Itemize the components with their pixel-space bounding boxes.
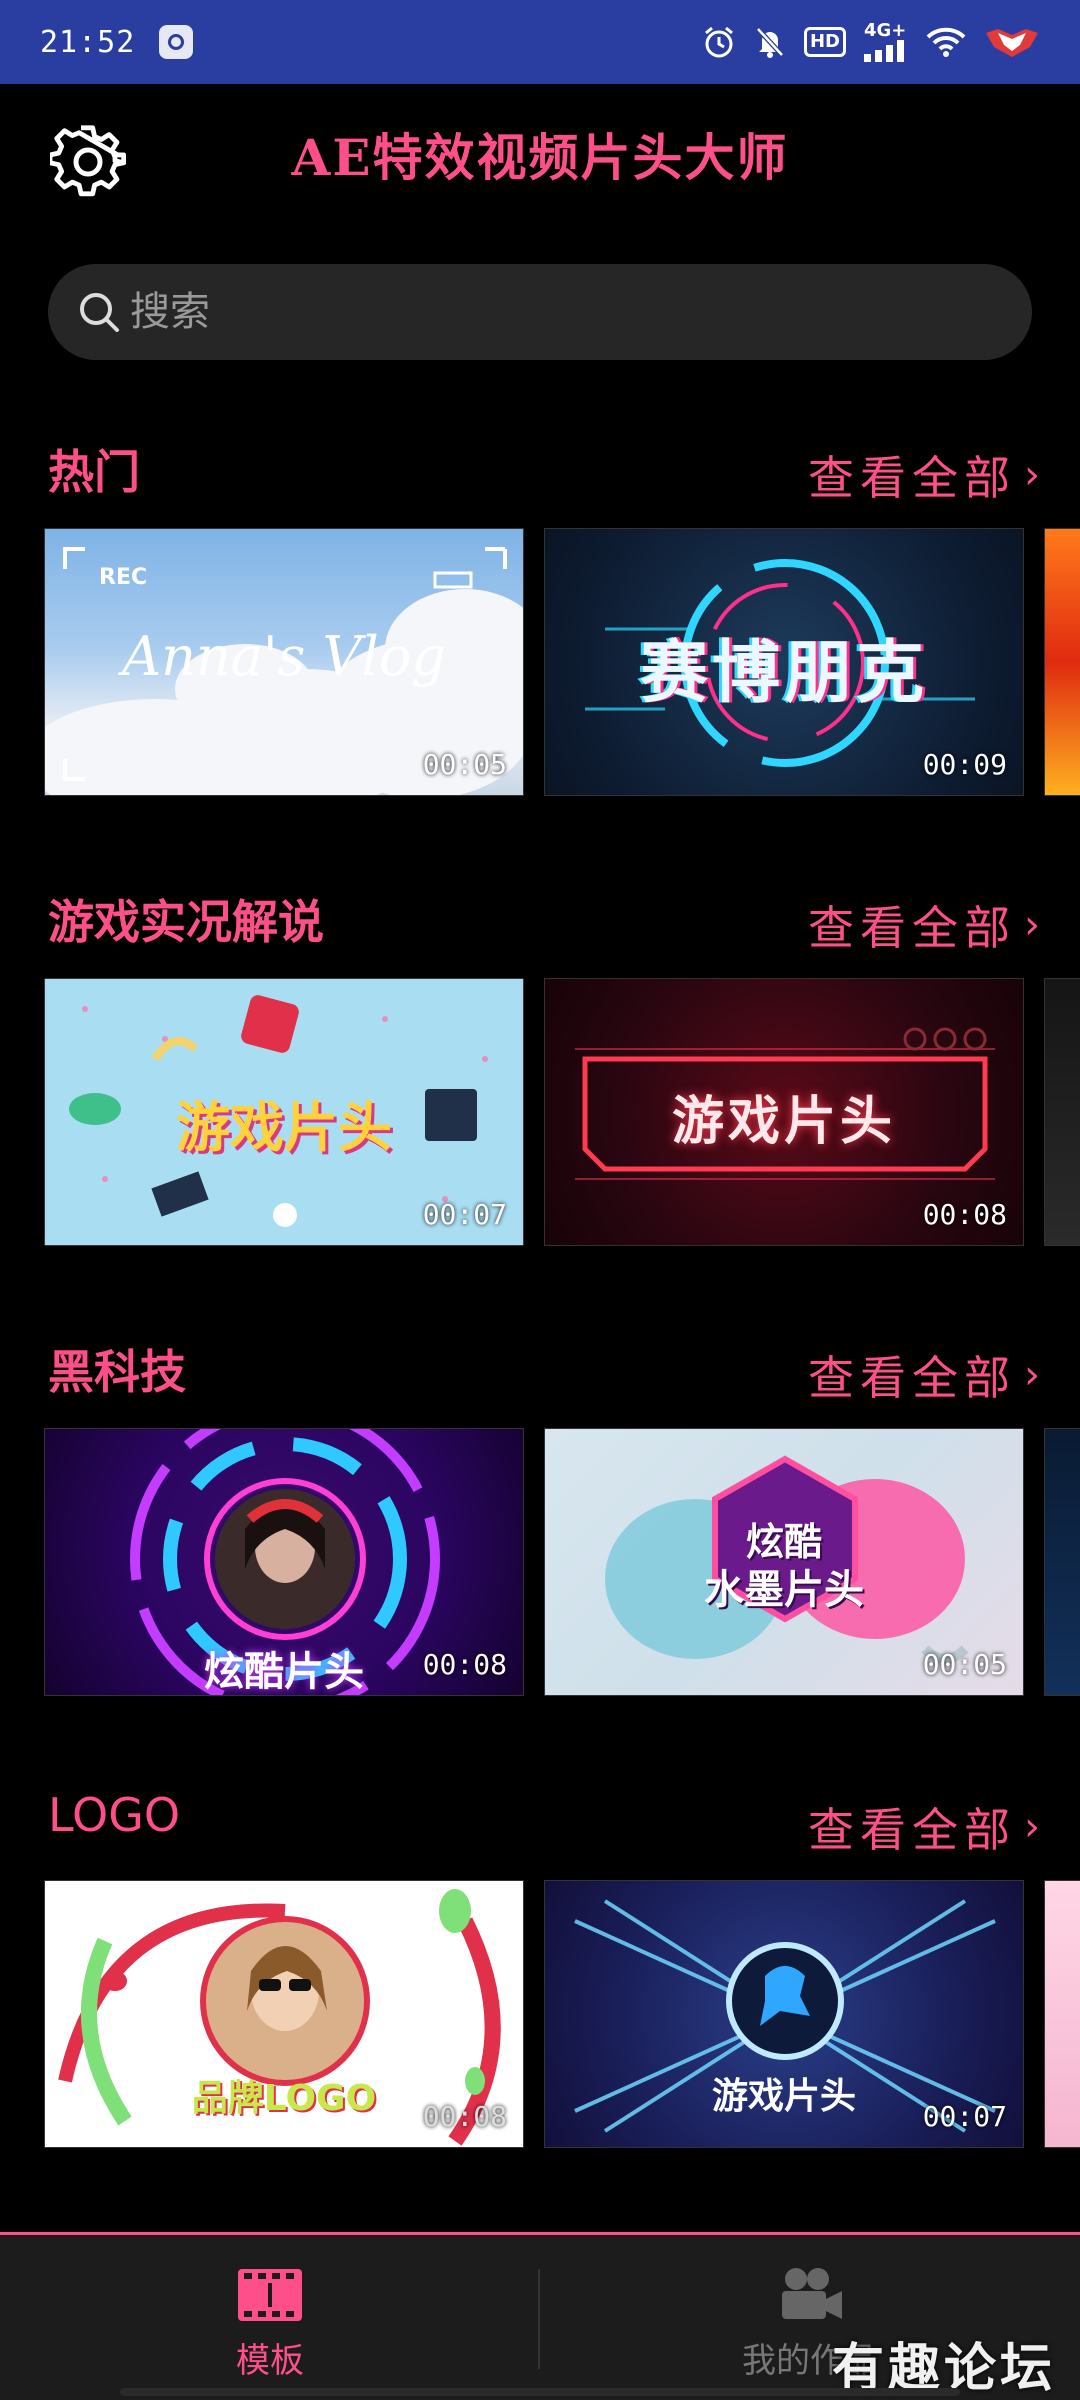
alarm-icon <box>702 25 736 59</box>
card-row: REC Anna's Vlog 00:05 赛博朋克 00:09 <box>44 528 1080 798</box>
rec-badge: REC <box>99 565 148 590</box>
nav-tab-templates[interactable]: 模板 <box>0 2235 540 2400</box>
card-title: 游戏片头 <box>176 1096 392 1159</box>
gesture-bar <box>120 2388 960 2396</box>
see-all-button[interactable]: 查看全部 › <box>808 1342 1040 1408</box>
template-card[interactable]: 赛博朋克 00:09 <box>544 528 1024 796</box>
chevron-right-icon: › <box>1024 1352 1040 1398</box>
search-bar[interactable] <box>48 264 1032 360</box>
status-icons: HD 4G+ <box>702 22 1040 62</box>
template-card[interactable]: 游戏片头 00:07 <box>44 978 524 1246</box>
card-duration: 00:08 <box>422 1648 507 1681</box>
template-card-partial[interactable] <box>1044 1880 1080 2148</box>
template-card-partial[interactable] <box>1044 528 1080 796</box>
cell-signal-icon: 4G+ <box>864 22 908 62</box>
search-input[interactable] <box>130 289 990 335</box>
section-title: 热门 <box>48 445 140 499</box>
video-camera-icon <box>782 2268 842 2319</box>
nav-label: 模板 <box>236 2341 304 2381</box>
see-all-label: 查看全部 <box>808 1803 1016 1857</box>
film-icon <box>238 2269 302 2321</box>
template-card[interactable]: 游戏片头 00:08 <box>544 978 1024 1246</box>
wifi-icon <box>926 26 966 58</box>
card-duration: 00:09 <box>922 748 1007 781</box>
card-duration: 00:07 <box>422 1198 507 1231</box>
app-header: AE特效视频片头大师 <box>0 84 1080 232</box>
app-notification-icon <box>159 25 194 59</box>
network-type-label: 4G+ <box>864 20 907 41</box>
card-duration: 00:08 <box>422 2100 507 2133</box>
template-card[interactable]: 游戏片头 00:07 <box>544 1880 1024 2148</box>
section-title: LOGO <box>48 1788 181 1842</box>
template-card[interactable]: 炫酷 水墨片头 00:05 <box>544 1428 1024 1696</box>
see-all-button[interactable]: 查看全部 › <box>808 1794 1040 1860</box>
chevron-right-icon: › <box>1024 902 1040 948</box>
card-duration: 00:07 <box>922 2100 1007 2133</box>
see-all-label: 查看全部 <box>808 451 1016 505</box>
card-duration: 00:05 <box>922 1648 1007 1681</box>
card-subtitle: 水墨片头 <box>704 1567 864 1613</box>
card-title: 游戏片头 <box>671 1091 896 1152</box>
status-bar: 21:52 HD 4G+ <box>0 0 1080 84</box>
card-title: Anna's Vlog <box>122 625 446 688</box>
see-all-label: 查看全部 <box>808 901 1016 955</box>
template-card[interactable]: REC Anna's Vlog 00:05 <box>44 528 524 796</box>
card-row: 炫酷片头 00:08 炫酷 水墨片头 00:05 <box>44 1428 1080 1698</box>
battery-shield-icon <box>984 25 1040 59</box>
card-duration: 00:08 <box>922 1198 1007 1231</box>
template-card[interactable]: 炫酷片头 00:08 <box>44 1428 524 1696</box>
mute-bell-icon <box>754 25 786 59</box>
status-time: 21:52 <box>40 24 136 60</box>
card-row: 游戏片头 00:07 游戏片头 00:08 <box>44 978 1080 1248</box>
hd-badge: HD <box>803 27 846 57</box>
see-all-button[interactable]: 查看全部 › <box>808 442 1040 508</box>
see-all-button[interactable]: 查看全部 › <box>808 892 1040 958</box>
template-card-partial[interactable] <box>1044 1428 1080 1696</box>
card-duration: 00:05 <box>422 748 507 781</box>
search-icon <box>80 293 119 332</box>
card-title: 赛博朋克 <box>639 634 928 713</box>
app-title: AE特效视频片头大师 <box>291 128 789 187</box>
card-row: 品牌LOGO 00:08 游戏片头 00:07 <box>44 1880 1080 2150</box>
chevron-right-icon: › <box>1024 452 1040 498</box>
template-card-partial[interactable] <box>1044 978 1080 1246</box>
chevron-right-icon: › <box>1024 1804 1040 1850</box>
section-title: 黑科技 <box>48 1345 186 1399</box>
template-card[interactable]: 品牌LOGO 00:08 <box>44 1880 524 2148</box>
section-title: 游戏实况解说 <box>48 895 324 949</box>
see-all-label: 查看全部 <box>808 1351 1016 1405</box>
